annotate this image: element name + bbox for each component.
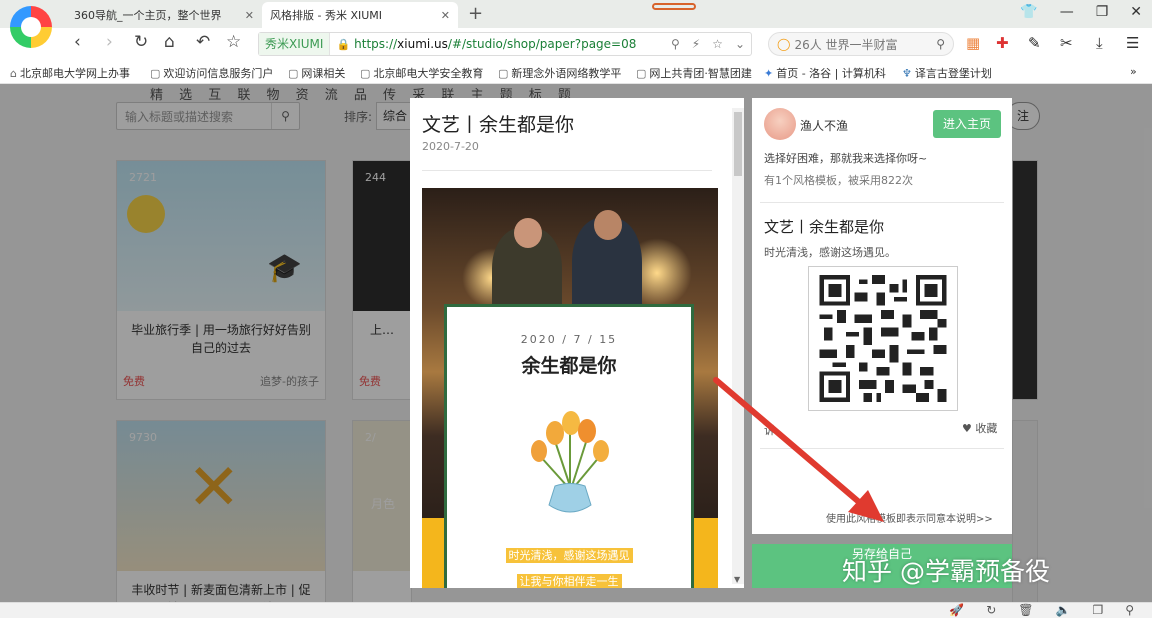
reload-button[interactable]: ↻	[134, 32, 148, 52]
inner-title: 余生都是你	[521, 355, 617, 377]
luogu-icon: ✦	[764, 67, 774, 80]
template-preview-modal: 文艺丨余生都是你 2020-7-20 2020 / 7 / 15 余生都是你 时…	[410, 98, 744, 588]
evernote-icon[interactable]: ✎	[1028, 34, 1041, 52]
tab-360-nav[interactable]: ❂ 360导航_一个主页，整个世界 ✕	[66, 2, 288, 339]
author-name[interactable]: 渔人不渔	[800, 117, 848, 134]
game-icon[interactable]: ✚	[996, 34, 1009, 52]
yeeyan-icon: ♆	[902, 67, 912, 80]
qr-code	[808, 266, 958, 411]
browser-toolbar: ‹ › ↻ ⌂ ↶ ☆ 秀米XIUMI 🔒 https://xiumi.us/#…	[0, 28, 1152, 60]
lock-icon: 🔒	[336, 37, 351, 51]
favorite-star-icon[interactable]: ☆	[712, 37, 723, 51]
forward-button[interactable]: ›	[106, 32, 113, 52]
divider	[422, 170, 712, 171]
house-icon: ⌂	[10, 67, 17, 80]
bookmark-item[interactable]: ♆ 译言古登堡计划	[902, 65, 992, 81]
template-desc: 时光清浅，感谢这场遇见。	[764, 246, 896, 259]
search-icon[interactable]: ⚲	[936, 37, 945, 51]
scroll-down-icon[interactable]: ▼	[734, 575, 740, 584]
sound-icon[interactable]: 🔈	[1055, 603, 1070, 617]
close-icon[interactable]: ✕	[245, 9, 254, 22]
yellow-block	[694, 518, 718, 588]
divider	[760, 202, 1004, 203]
inner-date: 2020 / 7 / 15	[520, 333, 618, 346]
avatar[interactable]	[764, 108, 796, 140]
zhihu-watermark: 知乎 @学霸预备役	[842, 557, 1050, 586]
chevron-down-icon[interactable]: ⌄	[735, 37, 745, 51]
flash-icon[interactable]: ⚡	[692, 37, 700, 51]
page-icon: ▢	[498, 67, 509, 80]
browser-logo-icon[interactable]	[10, 6, 52, 48]
page-icon: ▢	[360, 67, 371, 80]
page-icon: ▢	[288, 67, 299, 80]
close-icon[interactable]: ✕	[441, 9, 450, 22]
favorite-button[interactable]: ♥ 收藏	[962, 420, 997, 436]
preview-scrollbar[interactable]: ▼	[732, 108, 744, 584]
home-button[interactable]: ⌂	[164, 32, 175, 52]
search-engine-icon: ◯	[777, 37, 791, 51]
tab-title: 风格排版 - 秀米 XIUMI	[270, 9, 383, 22]
zoom-search-icon[interactable]: ⚲	[1125, 603, 1134, 617]
skin-icon[interactable]: 👕	[1020, 4, 1037, 20]
template-title: 文艺丨余生都是你	[764, 218, 885, 236]
tab-bar: ❂ 360导航_一个主页，整个世界 ✕ ✖ 风格排版 - 秀米 XIUMI ✕ …	[0, 0, 1152, 339]
face	[514, 218, 542, 248]
back-button[interactable]: ‹	[74, 32, 81, 52]
enter-homepage-button[interactable]: 进入主页	[933, 110, 1001, 138]
preview-title: 文艺丨余生都是你	[422, 114, 575, 136]
status-bar: 🚀 ↻ 🗑 🔈 ❐ ⚲	[0, 602, 1152, 618]
undo-close-button[interactable]: ↶	[196, 32, 210, 52]
bookmark-item[interactable]: ⌂ 北京邮电大学网上办事	[10, 65, 130, 81]
window-icon[interactable]: ❐	[1092, 603, 1103, 617]
face	[594, 210, 622, 240]
preview-card: 2020 / 7 / 15 余生都是你 时光清浅，感谢这场遇见 让我与你相伴走一…	[444, 304, 694, 588]
rocket-icon[interactable]: 🚀	[949, 603, 964, 617]
template-info-panel: 渔人不渔 进入主页 选择好困难，那就我来选择你呀~ 有1个风格模板，被采用822…	[752, 98, 1012, 534]
bookmark-item[interactable]: ▢ 网课相关	[288, 65, 345, 81]
heart-icon: ♥	[962, 422, 972, 435]
template-count: 有1个风格模板，被采用822次	[764, 174, 913, 187]
page-icon: ▢	[150, 67, 161, 80]
tab-xiumi[interactable]: ✖ 风格排版 - 秀米 XIUMI ✕	[262, 2, 484, 338]
bookmark-item[interactable]: ▢ 网上共青团·智慧团建	[636, 65, 752, 81]
site-badge: 秀米XIUMI	[259, 33, 331, 55]
download-icon[interactable]: ⤓	[1096, 34, 1103, 52]
address-bar[interactable]: 秀米XIUMI 🔒 https://xiumi.us/#/studio/shop…	[258, 32, 752, 56]
scrollbar-thumb[interactable]	[734, 112, 742, 176]
zoom-icon[interactable]: ⚲	[671, 37, 680, 51]
author-slogan: 选择好困难，那就我来选择你呀~	[764, 152, 928, 165]
refresh-icon[interactable]: ↻	[986, 603, 996, 617]
apps-icon[interactable]: ▦	[966, 34, 980, 52]
preview-date: 2020-7-20	[422, 140, 479, 153]
page-icon: ▢	[636, 67, 647, 80]
scissors-icon[interactable]: ✂	[1060, 34, 1073, 52]
url-text[interactable]: https://xiumi.us/#/studio/shop/paper?pag…	[354, 37, 665, 51]
minimize-button[interactable]: —	[1060, 4, 1074, 20]
agreement-link[interactable]: 使用此风格模板即表示同意本说明>>	[826, 510, 993, 525]
search-placeholder: 26人 世界一半财富	[794, 37, 898, 52]
yellow-block	[422, 518, 446, 588]
report-link[interactable]: 诉	[764, 422, 775, 438]
menu-icon[interactable]: ☰	[1126, 34, 1139, 52]
bookmark-item[interactable]: ▢ 新理念外语网络教学平	[498, 65, 621, 81]
tab-title: 360导航_一个主页，整个世界	[74, 9, 222, 22]
bookmark-item[interactable]: ▢ 欢迎访问信息服务门户	[150, 65, 273, 81]
search-box[interactable]: ◯ 26人 世界一半财富 ⚲	[768, 32, 954, 56]
new-tab-button[interactable]: +	[468, 3, 483, 24]
bookmark-item[interactable]: ▢ 北京邮电大学安全教育	[360, 65, 483, 81]
tulip-vase-icon	[531, 411, 609, 513]
trash-icon[interactable]: 🗑	[1018, 603, 1033, 617]
more-bookmarks-icon[interactable]: »	[1130, 65, 1137, 78]
drag-handle[interactable]	[652, 3, 696, 10]
highlight-text: 让我与你相伴走一生	[447, 573, 691, 588]
bookmark-item[interactable]: ✦ 首页 - 洛谷 | 计算机科	[764, 65, 886, 81]
highlight-text: 时光清浅，感谢这场遇见	[447, 547, 691, 563]
maximize-button[interactable]: ❐	[1096, 4, 1109, 20]
bookmarks-bar: ⌂ 北京邮电大学网上办事 ▢ 欢迎访问信息服务门户 ▢ 网课相关 ▢ 北京邮电大学安全教…	[0, 60, 1152, 84]
bookmark-star-icon[interactable]: ☆	[226, 32, 241, 52]
close-window-button[interactable]: ✕	[1130, 4, 1142, 20]
divider	[760, 448, 1004, 449]
